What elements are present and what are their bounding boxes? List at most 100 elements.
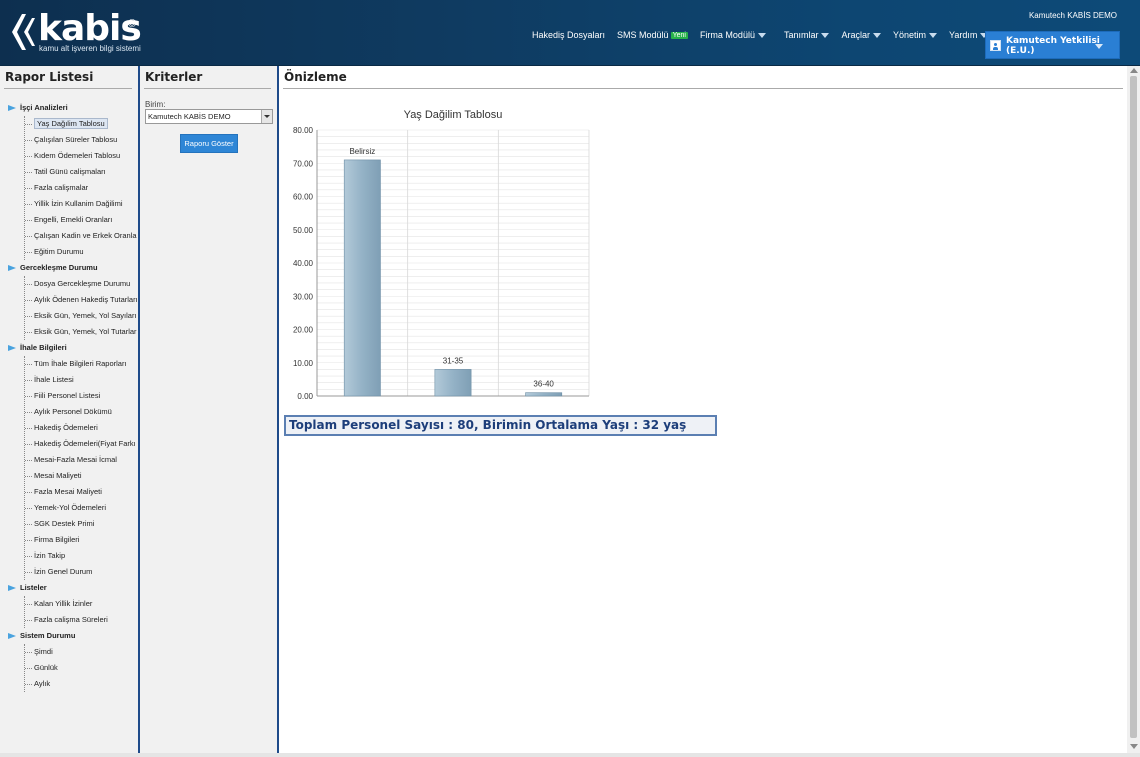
bar-label: Belirsiz <box>349 147 375 156</box>
report-item[interactable]: Tüm İhale Bilgileri Raporları <box>25 356 138 372</box>
expand-arrow-icon <box>8 345 16 351</box>
report-item[interactable]: Kıdem Ödemeleri Tablosu <box>25 148 138 164</box>
scroll-up-icon[interactable] <box>1130 68 1138 73</box>
tree-items: Dosya Gercekleşme Durumu Aylık Ödenen Hak… <box>24 276 138 340</box>
tree-group-label[interactable]: İhale Bilgileri <box>8 340 138 356</box>
criteria-panel: Kriterler Birim: Kamutech KABİS DEMO Rap… <box>140 66 279 753</box>
report-item[interactable]: Fazla Mesai Maliyeti <box>25 484 138 500</box>
tree-group-label[interactable]: İşçi Analizleri <box>8 100 138 116</box>
age-distribution-chart: Yaş Dağilim Tablosu 0.00 10.00 20.00 30.00 40… <box>283 104 593 404</box>
user-icon <box>990 40 1001 51</box>
nav-yonetim[interactable]: Yönetim <box>893 28 938 42</box>
summary-box: Toplam Personel Sayısı : 80, Birimin Ort… <box>284 415 717 436</box>
bar-label: 31-35 <box>443 356 464 365</box>
report-item[interactable]: Çalışılan Süreler Tablosu <box>25 132 138 148</box>
nav-sms-modulu[interactable]: SMS Modülü Yeni <box>617 28 688 42</box>
logo-subtitle: kamu alt işveren bilgi sistemi <box>39 44 141 53</box>
chart-title: Yaş Dağilim Tablosu <box>404 109 503 121</box>
y-tick-label: 30.00 <box>293 292 314 301</box>
nav-hakedis-dosyalari[interactable]: Hakediş Dosyaları <box>532 28 605 42</box>
y-tick-label: 0.00 <box>297 392 313 401</box>
divider <box>283 88 1123 89</box>
y-tick-label: 70.00 <box>293 159 314 168</box>
report-item[interactable]: Çalışan Kadin ve Erkek Oranla <box>25 228 138 244</box>
vertical-scrollbar[interactable] <box>1127 66 1140 753</box>
y-tick-label: 60.00 <box>293 193 314 202</box>
report-item[interactable]: Mesai Maliyeti <box>25 468 138 484</box>
tree-group-label[interactable]: Listeler <box>8 580 138 596</box>
report-item[interactable]: Fazla calişma Süreleri <box>25 612 138 628</box>
report-item[interactable]: Fiili Personel Listesi <box>25 388 138 404</box>
bar <box>343 159 381 397</box>
logo-text: kabis <box>38 8 142 49</box>
tree-items: Kalan Yillik İzinler Fazla calişma Sürele… <box>24 596 138 628</box>
nav-tanimlar[interactable]: Tanımlar <box>784 28 830 42</box>
report-item[interactable]: Aylık Personel Dökümü <box>25 404 138 420</box>
chevron-down-icon <box>929 32 938 38</box>
report-item[interactable]: Eksik Gün, Yemek, Yol Sayıları <box>25 308 138 324</box>
nav-yardim[interactable]: Yardım <box>949 28 989 42</box>
report-item[interactable]: SGK Destek Primi <box>25 516 138 532</box>
tree-group-label[interactable]: Sistem Durumu <box>8 628 138 644</box>
show-report-button[interactable]: Raporu Göster <box>180 134 238 153</box>
divider <box>144 88 271 89</box>
tree-group: İhale Bilgileri Tüm İhale Bilgileri Rapor… <box>8 340 138 580</box>
report-item[interactable]: Hakediş Ödemeleri <box>25 420 138 436</box>
panel-title: Rapor Listesi <box>5 70 94 84</box>
chevron-down-icon <box>821 32 830 38</box>
report-item[interactable]: Hakediş Ödemeleri(Fiyat Farkı <box>25 436 138 452</box>
chevron-down-icon <box>872 32 881 38</box>
new-badge: Yeni <box>670 31 688 39</box>
nav-firma-modulu[interactable]: Firma Modülü <box>700 28 766 42</box>
tree-group: Sistem Durumu Şimdi Günlük Aylık <box>8 628 138 692</box>
report-item[interactable]: Günlük <box>25 660 138 676</box>
preview-panel: Önizleme Yaş Dağilim Tablosu 0.00 10.00 20.… <box>279 66 1127 753</box>
report-item[interactable]: Eksik Gün, Yemek, Yol Tutarlar <box>25 324 138 340</box>
report-item[interactable]: İzin Takip <box>25 548 138 564</box>
bar-label: 36-40 <box>533 380 554 389</box>
report-item[interactable]: Kalan Yillik İzinler <box>25 596 138 612</box>
report-item[interactable]: Aylık Ödenen Hakediş Tutarları <box>25 292 138 308</box>
user-name: Kamutech Yetkilisi (E.U.) <box>1006 36 1100 56</box>
scroll-down-icon[interactable] <box>1130 744 1138 749</box>
report-list-panel: Rapor Listesi İşçi Analizleri Yaş Dağılim… <box>0 66 140 753</box>
nav-araclar[interactable]: Araçlar <box>841 28 881 42</box>
window-bottom-edge <box>0 753 1140 757</box>
report-item[interactable]: İhale Listesi <box>25 372 138 388</box>
unit-select[interactable]: Kamutech KABİS DEMO <box>145 109 273 124</box>
report-item[interactable]: Firma Bilgileri <box>25 532 138 548</box>
report-item[interactable]: Mesai-Fazla Mesai İcmal <box>25 452 138 468</box>
y-tick-label: 50.00 <box>293 226 314 235</box>
tree-items: Tüm İhale Bilgileri Raporları İhale Liste… <box>24 356 138 580</box>
chart-svg: Yaş Dağilim Tablosu 0.00 10.00 20.00 30.00 40… <box>293 109 590 401</box>
report-item[interactable]: İzin Genel Durum <box>25 564 138 580</box>
kabis-logo[interactable]: kabis © kamu alt işveren bilgi sistemi <box>8 8 142 56</box>
report-item[interactable]: Yaş Dağılim Tablosu <box>25 116 138 132</box>
panel-title: Kriterler <box>145 70 203 84</box>
tree-group: İşçi Analizleri Yaş Dağılim Tablosu Çalışı… <box>8 100 138 260</box>
report-item[interactable]: Tatil Günü calişmaları <box>25 164 138 180</box>
scroll-thumb[interactable] <box>1130 76 1137 738</box>
tree-items: Yaş Dağılim Tablosu Çalışılan Süreler Tab… <box>24 116 138 260</box>
expand-arrow-icon <box>8 585 16 591</box>
report-item[interactable]: Şimdi <box>25 644 138 660</box>
report-item[interactable]: Engelli, Emekli Oranları <box>25 212 138 228</box>
main-nav: Hakediş Dosyaları SMS Modülü Yeni Firma M… <box>532 28 1000 42</box>
y-tick-label: 40.00 <box>293 259 314 268</box>
logo-chevron-icon <box>12 14 35 50</box>
tree-items: Şimdi Günlük Aylık <box>24 644 138 692</box>
report-item[interactable]: Fazla calişmalar <box>25 180 138 196</box>
report-item[interactable]: Aylık <box>25 676 138 692</box>
report-item[interactable]: Dosya Gercekleşme Durumu <box>25 276 138 292</box>
report-item[interactable]: Yemek-Yol Ödemeleri <box>25 500 138 516</box>
y-tick-label: 20.00 <box>293 326 314 335</box>
tree-group-label[interactable]: Gercekleşme Durumu <box>8 260 138 276</box>
report-item[interactable]: Yillik İzin Kullanim Dağilimi <box>25 196 138 212</box>
user-menu[interactable]: Kamutech Yetkilisi (E.U.) <box>985 31 1120 59</box>
chevron-down-icon <box>1095 44 1103 49</box>
tree-group: Gercekleşme Durumu Dosya Gercekleşme Duru… <box>8 260 138 340</box>
panel-title: Önizleme <box>284 70 347 84</box>
chevron-down-icon <box>261 110 272 123</box>
expand-arrow-icon <box>8 633 16 639</box>
report-item[interactable]: Eğitim Durumu <box>25 244 138 260</box>
